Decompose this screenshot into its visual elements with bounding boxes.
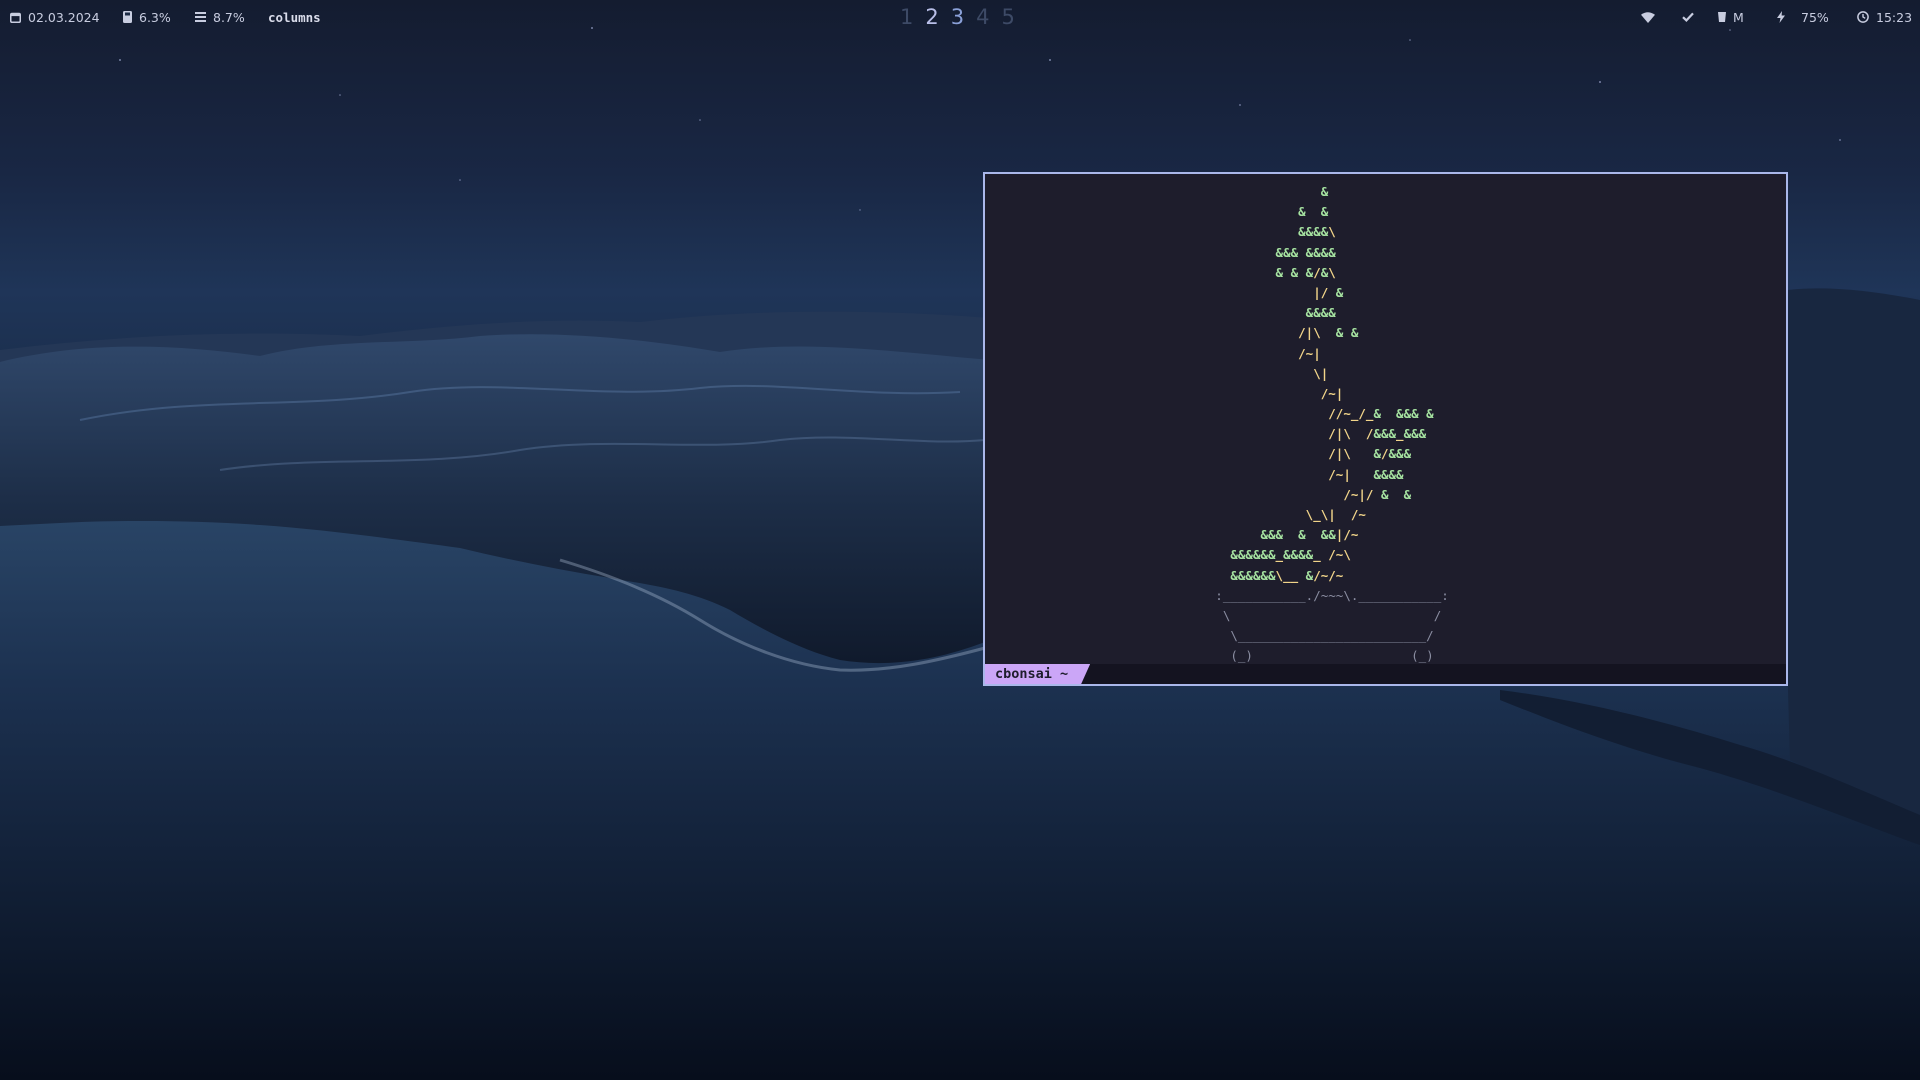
bonsai-tree-line: &&&&\	[1298, 224, 1336, 240]
date-widget[interactable]: 02.03.2024	[10, 9, 100, 25]
bonsai-tree-line: &&&&&&\__ &/~/~	[1230, 567, 1344, 583]
bonsai-tree-line: /|\ /&&&_&&&	[1328, 426, 1427, 442]
workspace-4[interactable]: 4	[976, 3, 989, 31]
check-icon	[1682, 12, 1694, 22]
workspace-switcher: 1 2 3 4 5	[900, 3, 1015, 31]
bonsai-tree-line: & &	[1298, 204, 1329, 220]
updates-widget[interactable]	[1682, 9, 1701, 25]
layout-name: columns	[268, 9, 321, 25]
bonsai-tree-line: &&&&&&_&&&&_ /~\	[1230, 547, 1351, 563]
clock-widget[interactable]: 15:23	[1857, 9, 1912, 25]
vpn-widget[interactable]: M	[1718, 9, 1744, 25]
disk-widget[interactable]: 6.3%	[123, 9, 171, 25]
wifi-widget[interactable]	[1641, 9, 1662, 25]
date-text: 02.03.2024	[28, 9, 100, 25]
bonsai-tree-line: &	[1320, 184, 1329, 199]
bonsai-pot-line: \_________________________/	[1230, 628, 1434, 644]
top-bar: 02.03.2024 6.3% 8.7% columns 1 2 3 4 5 M…	[0, 0, 1920, 34]
bonsai-tree-line: /|\ &/&&&	[1328, 446, 1412, 462]
bonsai-ascii-art: & & & &&&&\ &&& &&&& & & &/&\ |/ & &&&& …	[985, 182, 1786, 667]
tmux-session-tab[interactable]: cbonsai ~	[985, 664, 1090, 684]
layout-indicator[interactable]: columns	[268, 9, 321, 25]
bonsai-tree-line: /~| &&&&	[1328, 466, 1404, 482]
bonsai-tree-line: //~_/_& &&& &	[1328, 406, 1434, 422]
clock-time: 15:23	[1876, 9, 1913, 25]
memory-icon	[195, 12, 206, 22]
calendar-icon	[10, 12, 21, 23]
vpn-icon	[1718, 12, 1726, 22]
workspace-1[interactable]: 1	[900, 3, 913, 31]
bonsai-tree-line: /~|/ & &	[1343, 486, 1412, 502]
vpn-label: M	[1733, 9, 1744, 25]
battery-widget[interactable]: 75%	[1777, 9, 1829, 25]
tmux-status-line: cbonsai ~	[985, 664, 1786, 684]
bonsai-tree-line: &&& &&&&	[1275, 244, 1336, 260]
bonsai-pot-line: :___________./~~~\.___________:	[1215, 587, 1449, 603]
bonsai-tree-line: \|	[1313, 365, 1329, 381]
bonsai-pot-line: \ /	[1222, 607, 1442, 623]
disk-usage: 6.3%	[139, 9, 171, 25]
battery-percent: 75%	[1801, 9, 1829, 25]
memory-usage: 8.7%	[213, 9, 245, 25]
bonsai-tree-line: &&&&	[1305, 305, 1336, 321]
clock-icon	[1857, 11, 1869, 23]
bonsai-tree-line: & & &/&\	[1275, 264, 1336, 280]
terminal-window[interactable]: & & & &&&&\ &&& &&&& & & &/&\ |/ & &&&& …	[983, 172, 1788, 686]
memory-widget[interactable]: 8.7%	[195, 9, 245, 25]
disk-icon	[123, 11, 132, 23]
bolt-icon	[1777, 11, 1785, 23]
bonsai-tree-line: &&& & &&|/~	[1260, 527, 1359, 543]
workspace-2[interactable]: 2	[925, 3, 938, 31]
bonsai-tree-line: /~|	[1320, 385, 1344, 401]
bonsai-tree-line: |/ &	[1313, 284, 1344, 300]
bonsai-tree-line: \_\| /~	[1305, 507, 1366, 522]
bonsai-tree-line: /~|	[1298, 345, 1321, 361]
workspace-5[interactable]: 5	[1002, 3, 1015, 31]
bonsai-tree-line: /|\ & &	[1298, 325, 1359, 341]
right-hills	[1788, 288, 1920, 820]
workspace-3[interactable]: 3	[951, 3, 964, 31]
wifi-icon	[1641, 11, 1655, 23]
